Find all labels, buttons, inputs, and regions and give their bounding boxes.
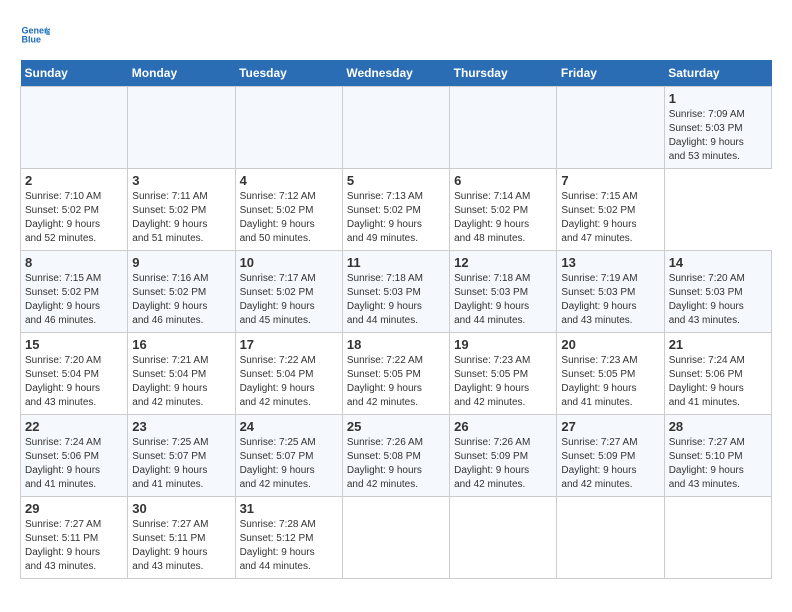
- calendar-day: 9Sunrise: 7:16 AMSunset: 5:02 PMDaylight…: [128, 251, 235, 333]
- calendar-week: 15Sunrise: 7:20 AMSunset: 5:04 PMDayligh…: [21, 333, 772, 415]
- day-header-sunday: Sunday: [21, 60, 128, 87]
- calendar-day: 10Sunrise: 7:17 AMSunset: 5:02 PMDayligh…: [235, 251, 342, 333]
- svg-text:Blue: Blue: [22, 35, 42, 45]
- calendar-day: 8Sunrise: 7:15 AMSunset: 5:02 PMDaylight…: [21, 251, 128, 333]
- header-row: SundayMondayTuesdayWednesdayThursdayFrid…: [21, 60, 772, 87]
- page-header: General Blue: [20, 20, 772, 50]
- calendar-day: 11Sunrise: 7:18 AMSunset: 5:03 PMDayligh…: [342, 251, 449, 333]
- empty-cell: [342, 87, 449, 169]
- calendar-day: 6Sunrise: 7:14 AMSunset: 5:02 PMDaylight…: [450, 169, 557, 251]
- calendar-day: 25Sunrise: 7:26 AMSunset: 5:08 PMDayligh…: [342, 415, 449, 497]
- calendar-week: 1Sunrise: 7:09 AMSunset: 5:03 PMDaylight…: [21, 87, 772, 169]
- calendar-day: 12Sunrise: 7:18 AMSunset: 5:03 PMDayligh…: [450, 251, 557, 333]
- calendar-day: 28Sunrise: 7:27 AMSunset: 5:10 PMDayligh…: [664, 415, 771, 497]
- calendar-day: 17Sunrise: 7:22 AMSunset: 5:04 PMDayligh…: [235, 333, 342, 415]
- empty-cell: [235, 87, 342, 169]
- calendar-day: 7Sunrise: 7:15 AMSunset: 5:02 PMDaylight…: [557, 169, 664, 251]
- day-header-monday: Monday: [128, 60, 235, 87]
- calendar-day: 4Sunrise: 7:12 AMSunset: 5:02 PMDaylight…: [235, 169, 342, 251]
- calendar-week: 2Sunrise: 7:10 AMSunset: 5:02 PMDaylight…: [21, 169, 772, 251]
- calendar-day: [664, 497, 771, 579]
- calendar-day: 15Sunrise: 7:20 AMSunset: 5:04 PMDayligh…: [21, 333, 128, 415]
- calendar-table: SundayMondayTuesdayWednesdayThursdayFrid…: [20, 60, 772, 579]
- calendar-day: 16Sunrise: 7:21 AMSunset: 5:04 PMDayligh…: [128, 333, 235, 415]
- calendar-day: 26Sunrise: 7:26 AMSunset: 5:09 PMDayligh…: [450, 415, 557, 497]
- calendar-day: 27Sunrise: 7:27 AMSunset: 5:09 PMDayligh…: [557, 415, 664, 497]
- calendar-day: 18Sunrise: 7:22 AMSunset: 5:05 PMDayligh…: [342, 333, 449, 415]
- calendar-day: 29Sunrise: 7:27 AMSunset: 5:11 PMDayligh…: [21, 497, 128, 579]
- calendar-day: 21Sunrise: 7:24 AMSunset: 5:06 PMDayligh…: [664, 333, 771, 415]
- calendar-day: [450, 497, 557, 579]
- calendar-header: SundayMondayTuesdayWednesdayThursdayFrid…: [21, 60, 772, 87]
- calendar-day: 13Sunrise: 7:19 AMSunset: 5:03 PMDayligh…: [557, 251, 664, 333]
- calendar-day: 5Sunrise: 7:13 AMSunset: 5:02 PMDaylight…: [342, 169, 449, 251]
- day-header-saturday: Saturday: [664, 60, 771, 87]
- calendar-week: 22Sunrise: 7:24 AMSunset: 5:06 PMDayligh…: [21, 415, 772, 497]
- calendar-day: [557, 497, 664, 579]
- empty-cell: [128, 87, 235, 169]
- empty-cell: [557, 87, 664, 169]
- day-header-thursday: Thursday: [450, 60, 557, 87]
- calendar-day: 19Sunrise: 7:23 AMSunset: 5:05 PMDayligh…: [450, 333, 557, 415]
- calendar-week: 8Sunrise: 7:15 AMSunset: 5:02 PMDaylight…: [21, 251, 772, 333]
- calendar-day: 1Sunrise: 7:09 AMSunset: 5:03 PMDaylight…: [664, 87, 771, 169]
- day-header-friday: Friday: [557, 60, 664, 87]
- empty-cell: [21, 87, 128, 169]
- calendar-day: 30Sunrise: 7:27 AMSunset: 5:11 PMDayligh…: [128, 497, 235, 579]
- day-header-wednesday: Wednesday: [342, 60, 449, 87]
- calendar-body: 1Sunrise: 7:09 AMSunset: 5:03 PMDaylight…: [21, 87, 772, 579]
- calendar-day: 20Sunrise: 7:23 AMSunset: 5:05 PMDayligh…: [557, 333, 664, 415]
- calendar-day: 14Sunrise: 7:20 AMSunset: 5:03 PMDayligh…: [664, 251, 771, 333]
- calendar-week: 29Sunrise: 7:27 AMSunset: 5:11 PMDayligh…: [21, 497, 772, 579]
- calendar-day: [342, 497, 449, 579]
- calendar-day: 23Sunrise: 7:25 AMSunset: 5:07 PMDayligh…: [128, 415, 235, 497]
- logo-icon: General Blue: [20, 20, 50, 50]
- calendar-day: 3Sunrise: 7:11 AMSunset: 5:02 PMDaylight…: [128, 169, 235, 251]
- calendar-day: 31Sunrise: 7:28 AMSunset: 5:12 PMDayligh…: [235, 497, 342, 579]
- day-header-tuesday: Tuesday: [235, 60, 342, 87]
- calendar-day: 22Sunrise: 7:24 AMSunset: 5:06 PMDayligh…: [21, 415, 128, 497]
- calendar-day: 2Sunrise: 7:10 AMSunset: 5:02 PMDaylight…: [21, 169, 128, 251]
- calendar-day: 24Sunrise: 7:25 AMSunset: 5:07 PMDayligh…: [235, 415, 342, 497]
- empty-cell: [450, 87, 557, 169]
- logo: General Blue: [20, 20, 54, 50]
